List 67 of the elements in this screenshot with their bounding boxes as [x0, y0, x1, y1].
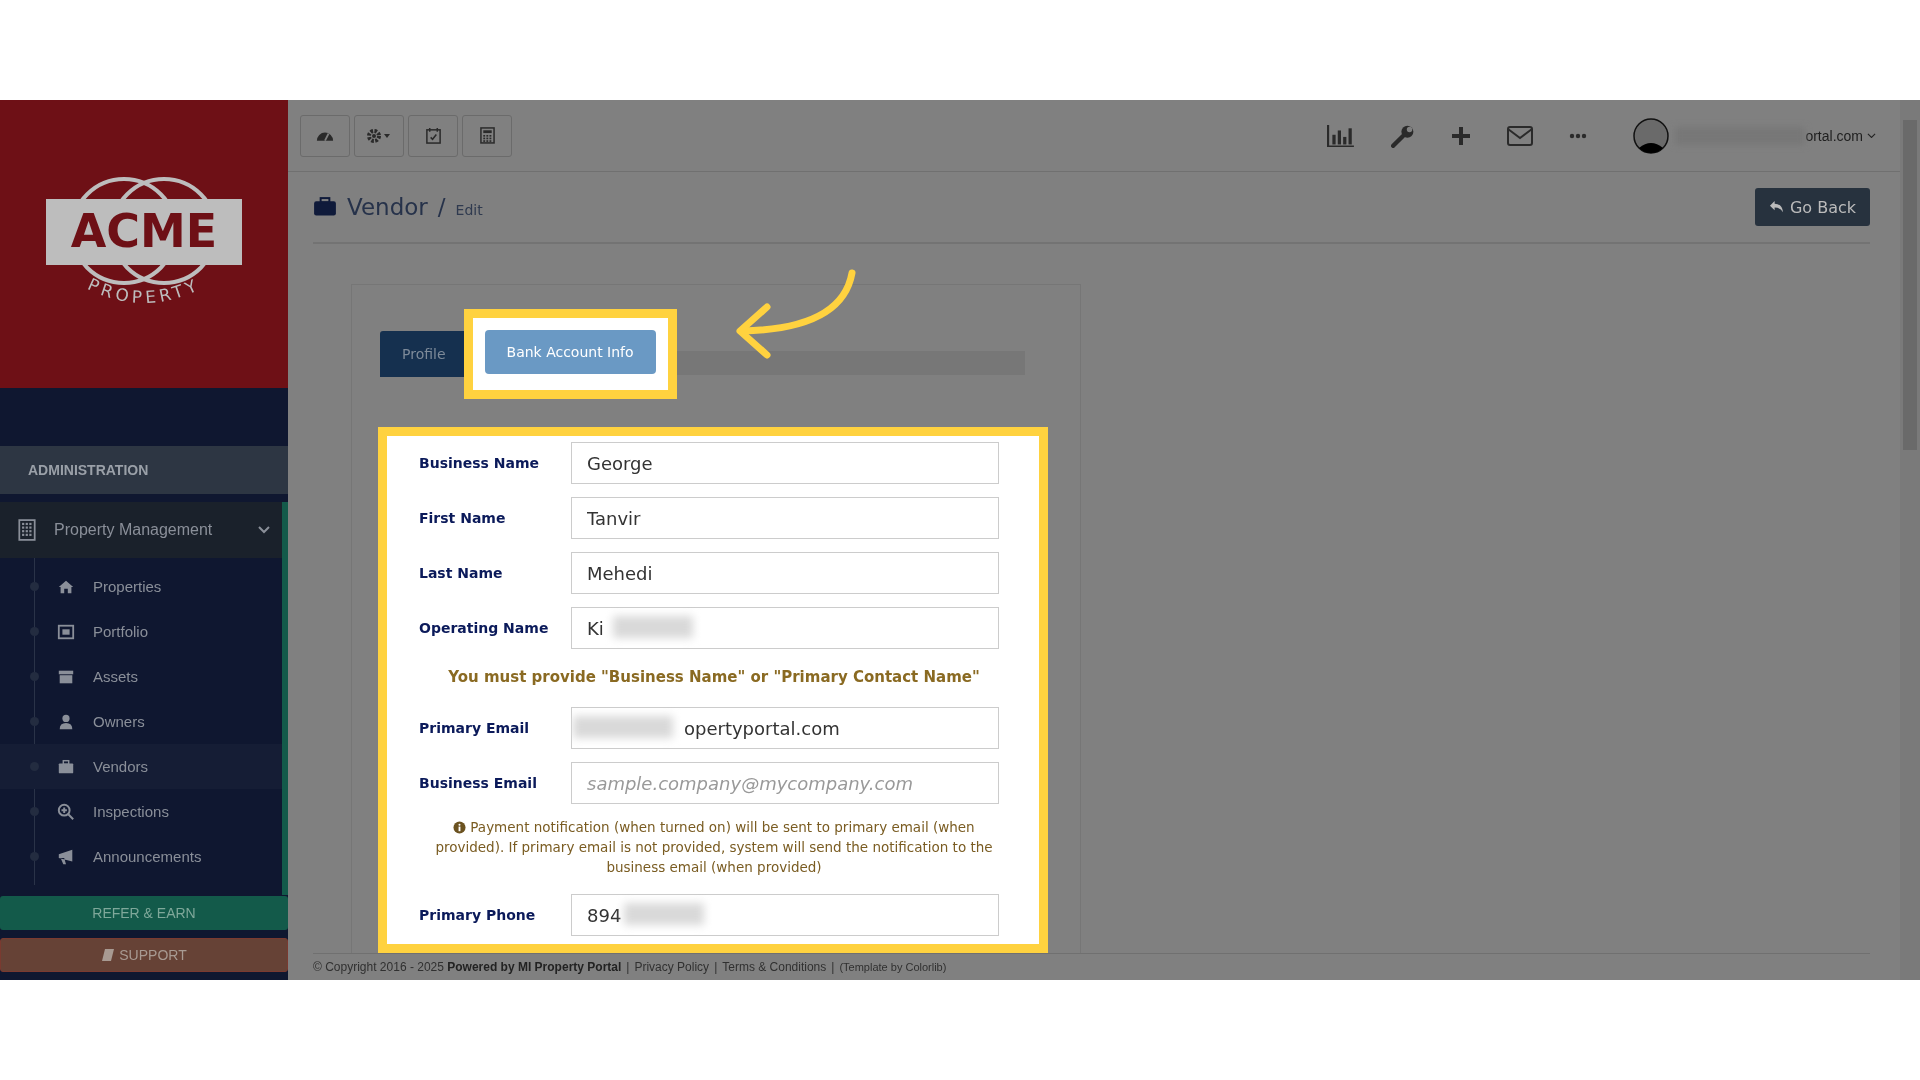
input-field[interactable]: George	[571, 442, 999, 484]
copyright-text: © Copyright 2016 - 2025 Powered by MI Property Portal	[313, 960, 622, 974]
separator: |	[714, 960, 718, 974]
section-header: ADMINISTRATION	[0, 446, 288, 494]
building-icon	[18, 519, 36, 541]
input-field[interactable]: opertyportal.com	[571, 707, 999, 749]
scrollbar[interactable]	[1900, 100, 1920, 980]
field-label: Operating Name	[419, 620, 550, 636]
menu-item[interactable]: Owners	[0, 699, 282, 744]
calendar-button[interactable]	[408, 114, 458, 157]
avatar-icon	[1633, 117, 1670, 154]
calendar-check-icon	[424, 127, 442, 144]
menu-item[interactable]: Vendors	[0, 744, 282, 789]
bar-chart-icon[interactable]	[1327, 123, 1356, 148]
field-label: Business Email	[419, 775, 538, 791]
user-menu[interactable]: ortal.com	[1633, 117, 1876, 154]
go-back-button[interactable]: Go Back	[1754, 188, 1870, 226]
separator: |	[626, 960, 630, 974]
field-label: Business Name	[419, 455, 541, 471]
page-subtitle: Edit	[455, 202, 483, 218]
separator: |	[831, 960, 835, 974]
settings-icon	[366, 127, 392, 144]
menu-item[interactable]: Assets	[0, 654, 282, 699]
field-label: Primary Email	[419, 720, 531, 736]
person-icon	[57, 712, 75, 731]
tab[interactable]: Bank Account Info	[484, 330, 656, 374]
menu-item[interactable]: Portfolio	[0, 609, 282, 654]
caret-icon	[1867, 132, 1876, 139]
input-field[interactable]: Ki	[571, 607, 999, 649]
magnifier-icon	[57, 802, 75, 821]
menu-group[interactable]: Property Management	[0, 502, 288, 558]
input-field[interactable]: Mehedi	[571, 552, 999, 594]
logo: ACME PROPERTY	[44, 169, 244, 319]
breadcrumb-separator: /	[437, 194, 446, 220]
info-note: Payment notification (when turned on) will be sent to primary email (when provided). If primary email is not provided, system will send the notification to the business email (when provided)	[434, 818, 994, 877]
field-label: Last Name	[419, 565, 504, 581]
megaphone-icon	[57, 847, 75, 866]
chevron-icon	[258, 526, 271, 534]
field-label: Primary Phone	[419, 907, 537, 923]
input-field[interactable]: sample.company@mycompany.com	[571, 762, 999, 804]
template-credit: (Template by Colorlib)	[839, 961, 947, 973]
book-icon	[101, 948, 116, 962]
refer-button[interactable]: REFER & EARN	[0, 896, 288, 930]
field-label: First Name	[419, 510, 507, 526]
menu-item[interactable]: Inspections	[0, 789, 282, 834]
calculator-button[interactable]	[462, 114, 512, 157]
warning-text: You must provide "Business Name" or "Primary Contact Name"	[447, 667, 981, 688]
briefcase-icon	[57, 757, 75, 776]
reply-arrow-icon	[1768, 200, 1784, 214]
input-field[interactable]: 894	[571, 894, 999, 936]
menu-item[interactable]: Properties	[0, 564, 282, 609]
briefcase-icon	[313, 197, 337, 217]
ellipsis-icon[interactable]	[1569, 132, 1588, 139]
portfolio-icon	[57, 622, 75, 641]
wrench-icon[interactable]	[1391, 123, 1416, 148]
info-icon	[453, 821, 467, 834]
support-button[interactable]: SUPPORT	[0, 938, 288, 972]
dashboard-button[interactable]	[300, 114, 350, 157]
footer-link[interactable]: Privacy Policy	[634, 960, 710, 974]
input-field[interactable]: Tanvir	[571, 497, 999, 539]
plus-icon[interactable]	[1451, 125, 1472, 146]
page-title: Vendor	[347, 194, 428, 220]
footer-link[interactable]: Terms & Conditions	[722, 960, 827, 974]
calculator-icon	[479, 127, 495, 144]
menu-item[interactable]: Announcements	[0, 834, 282, 879]
envelope-icon[interactable]	[1507, 125, 1534, 146]
settings-button[interactable]	[354, 114, 404, 157]
